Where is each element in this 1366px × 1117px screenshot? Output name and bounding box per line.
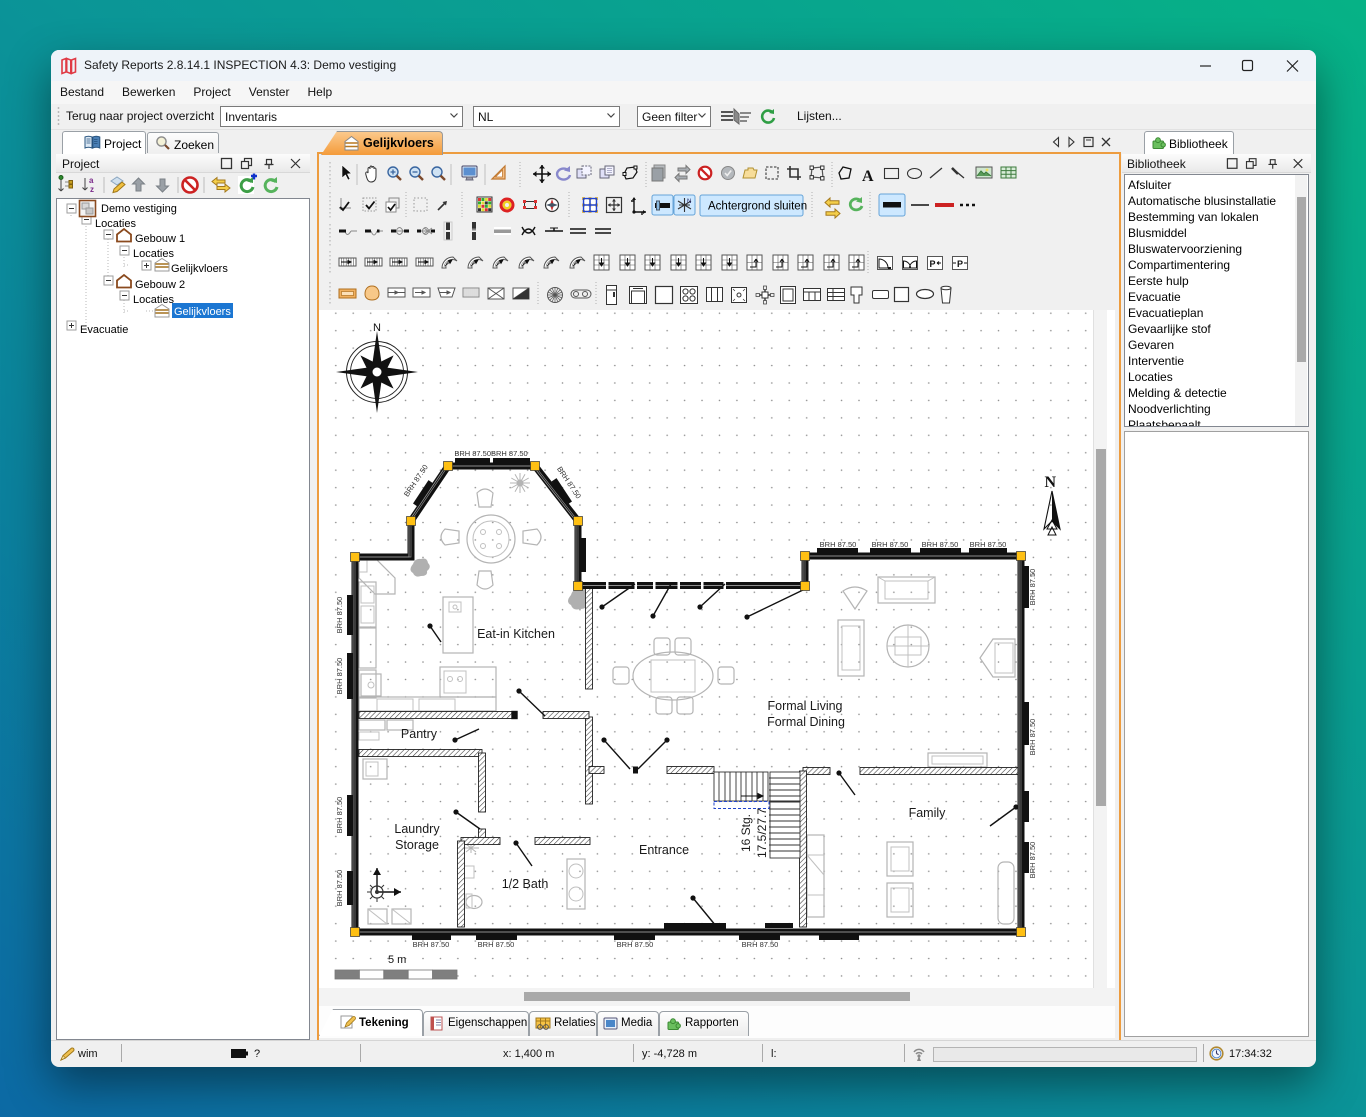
- svg-text:BRH 87.50: BRH 87.50: [1028, 569, 1037, 606]
- svg-text:Locaties: Locaties: [133, 294, 174, 306]
- svg-text:z: z: [90, 185, 94, 194]
- svg-text:Gelijkvloers: Gelijkvloers: [174, 306, 231, 318]
- svg-text:BRH 87.50: BRH 87.50: [335, 658, 344, 695]
- svg-text:BRH 87.50: BRH 87.50: [820, 540, 857, 549]
- svg-text:16 Stg.: 16 Stg.: [739, 814, 753, 852]
- svg-text:BRH 87.50: BRH 87.50: [478, 940, 515, 949]
- svg-text:N: N: [687, 199, 691, 205]
- svg-text:N: N: [1045, 474, 1057, 491]
- svg-text:BRH 87.50: BRH 87.50: [413, 940, 450, 949]
- svg-text:Entrance: Entrance: [639, 843, 689, 857]
- svg-text:BRH 87.50: BRH 87.50: [1028, 842, 1037, 879]
- svg-text:Locaties: Locaties: [133, 248, 174, 260]
- svg-text:BRH 87.50: BRH 87.50: [872, 540, 909, 549]
- svg-text:A: A: [862, 168, 874, 185]
- svg-text:Gelijkvloers: Gelijkvloers: [171, 263, 228, 275]
- svg-text:N: N: [373, 322, 381, 334]
- svg-text:Gebouw 1: Gebouw 1: [135, 233, 185, 245]
- svg-text:Evacuatie: Evacuatie: [80, 324, 128, 336]
- svg-text:Demo vestiging: Demo vestiging: [101, 203, 177, 215]
- svg-text:Locaties: Locaties: [95, 218, 136, 230]
- svg-text:a: a: [89, 176, 94, 185]
- svg-text:Formal Living: Formal Living: [767, 699, 842, 713]
- svg-text:Laundry: Laundry: [394, 822, 440, 836]
- svg-text:BRH 87.50: BRH 87.50: [742, 940, 779, 949]
- svg-text:5 m: 5 m: [388, 954, 406, 966]
- svg-text:Pantry: Pantry: [401, 727, 438, 741]
- svg-text:BRH 87.50: BRH 87.50: [335, 797, 344, 834]
- svg-text:17.5/27.7: 17.5/27.7: [755, 808, 769, 858]
- svg-text:1/2 Bath: 1/2 Bath: [502, 877, 549, 891]
- svg-text:BRH 87.50: BRH 87.50: [335, 870, 344, 907]
- svg-text:BRH 87.50: BRH 87.50: [922, 540, 959, 549]
- svg-text:Gebouw 2: Gebouw 2: [135, 279, 185, 291]
- svg-text:Achtergrond sluiten: Achtergrond sluiten: [708, 201, 807, 213]
- svg-text:BRH 87.50: BRH 87.50: [617, 940, 654, 949]
- svg-text:BRH 87.50: BRH 87.50: [1028, 719, 1037, 756]
- svg-text:Storage: Storage: [395, 838, 439, 852]
- svg-text:Eat-in Kitchen: Eat-in Kitchen: [477, 627, 555, 641]
- svg-text:BRH 87.50: BRH 87.50: [335, 597, 344, 634]
- svg-text:BRH 87.50: BRH 87.50: [970, 540, 1007, 549]
- svg-text:P: P: [930, 259, 936, 269]
- svg-text:BRH 87.50BRH 87.50: BRH 87.50BRH 87.50: [454, 449, 527, 458]
- svg-text:Formal Dining: Formal Dining: [767, 715, 845, 729]
- svg-text:Family: Family: [909, 806, 947, 820]
- svg-text:P: P: [957, 259, 963, 269]
